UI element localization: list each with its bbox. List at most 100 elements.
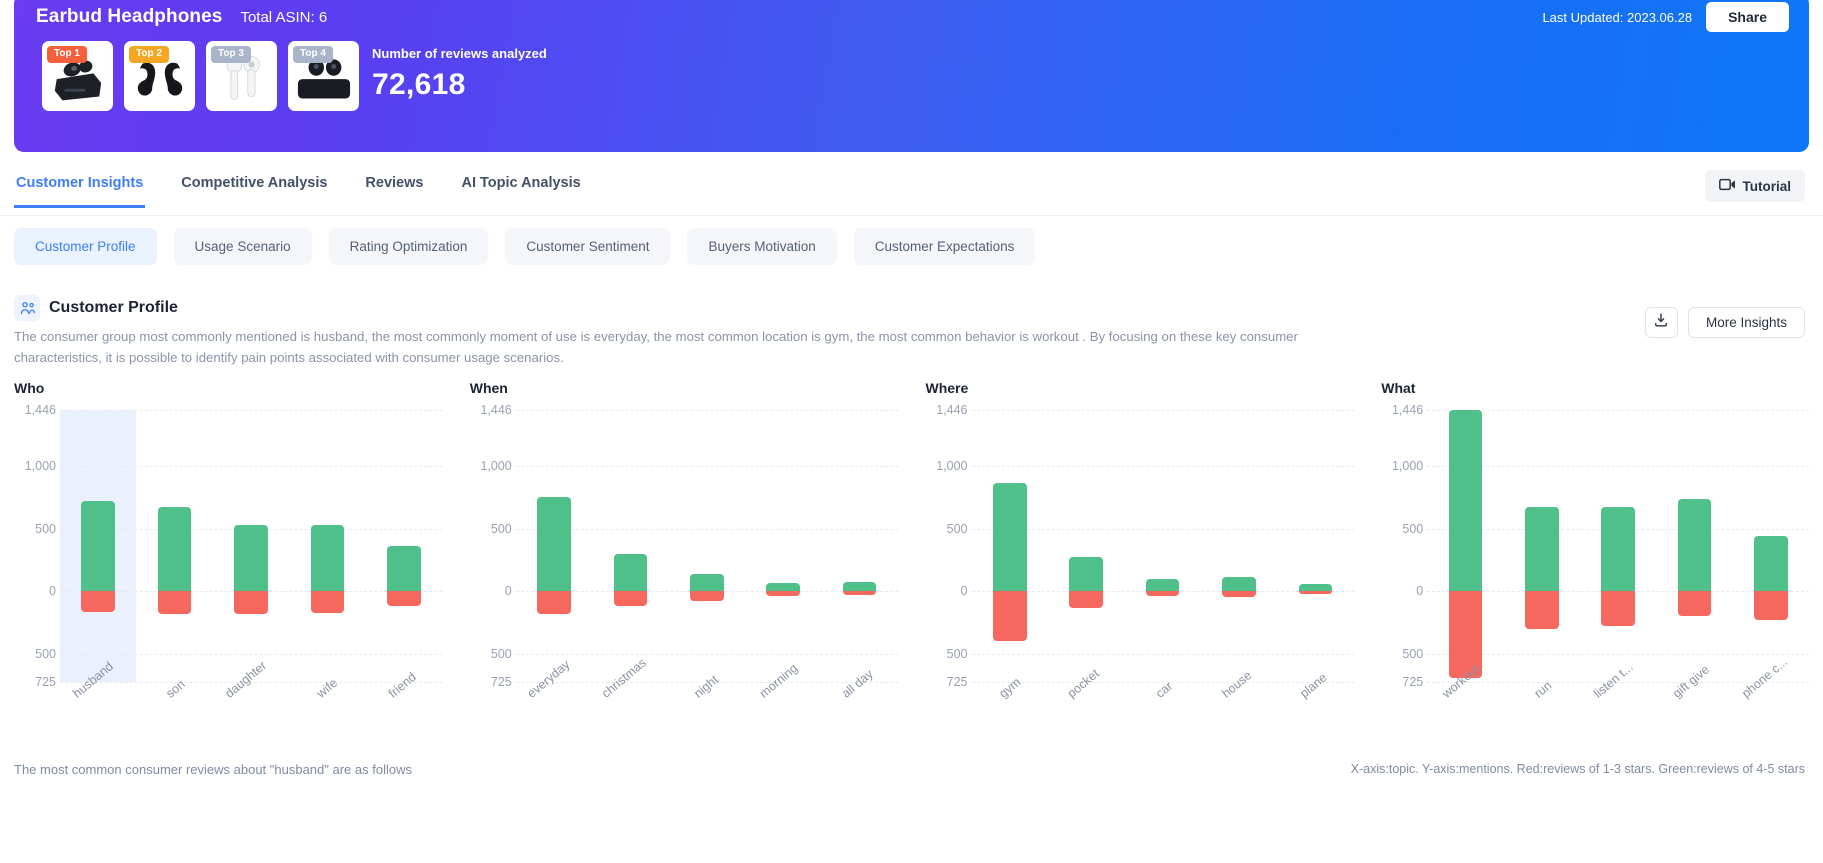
bar-group[interactable] [592,410,668,682]
bar-positive-wife[interactable] [310,524,345,592]
y-axis: 1,446 1,000 500 0 500 725 [14,403,60,689]
pill-buyers-motivation[interactable]: Buyers Motivation [687,228,837,265]
bar-negative-workout[interactable] [1448,591,1483,678]
y-axis: 1,446 1,000 500 0 500 725 [926,403,972,689]
bar-positive-christmas[interactable] [613,554,648,592]
chart-what: What 1,446 1,000 500 0 500 725 workout run listen… [1367,380,1823,720]
bar-positive-everyday[interactable] [537,496,571,592]
y-axis-tick: 1,446 [480,403,512,417]
pill-customer-sentiment[interactable]: Customer Sentiment [505,228,671,265]
bar-group[interactable] [1277,410,1353,682]
bar-group[interactable] [136,410,212,682]
bar-group[interactable] [669,410,745,682]
bar-negative-house[interactable] [1222,591,1256,598]
bar-group[interactable] [366,410,442,682]
bar-group[interactable] [1656,410,1732,682]
bar-negative-giftgive[interactable] [1677,591,1712,617]
bar-negative-run[interactable] [1525,591,1559,629]
section-actions: More Insights [1644,307,1805,338]
bar-negative-pocket[interactable] [1069,591,1103,609]
pill-rating-optimization[interactable]: Rating Optimization [328,228,489,265]
charts-row: Who 1,446 1,000 500 0 500 725 husband son daughte… [0,380,1823,720]
bar-group[interactable] [516,410,592,682]
bar-negative-phonec[interactable] [1754,591,1788,620]
top-product-thumbnail[interactable]: Top 4 [288,41,359,111]
bar-group[interactable] [972,410,1048,682]
main-tabs: Customer Insights Competitive Analysis Rev… [14,172,583,216]
bar-negative-night[interactable] [689,591,724,601]
main-tab-bar: Customer Insights Competitive Analysis Rev… [0,170,1823,216]
y-axis-tick: 725 [1402,675,1424,689]
tutorial-button[interactable]: Tutorial [1704,170,1805,202]
top-rank-badge: Top 3 [211,46,251,63]
bar-positive-allday[interactable] [842,581,877,592]
footer-note-left: The most common consumer reviews about "… [14,762,412,777]
hero-title-row: Earbud Headphones Total ASIN: 6 [36,6,327,28]
bar-group[interactable] [1504,410,1580,682]
bar-positive-giftgive[interactable] [1677,499,1712,592]
bar-negative-morning[interactable] [766,591,800,597]
bar-group[interactable] [1427,410,1503,682]
bar-negative-friend[interactable] [387,591,421,606]
bar-negative-gym[interactable] [992,591,1027,641]
bar-negative-wife[interactable] [310,591,345,614]
bar-positive-daughter[interactable] [234,524,268,592]
bar-group[interactable] [60,410,136,682]
more-insights-button[interactable]: More Insights [1687,307,1805,338]
bar-negative-husband[interactable] [81,591,115,613]
bar-positive-car[interactable] [1145,578,1180,592]
bar-negative-son[interactable] [157,591,192,614]
bar-positive-plane[interactable] [1298,584,1333,592]
y-axis-tick: 0 [49,584,56,599]
top-product-thumbnail[interactable]: Top 1 [42,41,113,111]
y-axis-tick: 725 [946,675,968,689]
bar-group[interactable] [289,410,365,682]
tab-competitive-analysis[interactable]: Competitive Analysis [179,172,329,208]
tab-reviews[interactable]: Reviews [363,172,425,208]
bar-negative-car[interactable] [1145,591,1180,596]
chart-bars [516,410,898,682]
bar-negative-daughter[interactable] [234,591,268,615]
bar-positive-husband[interactable] [81,501,115,592]
bar-negative-christmas[interactable] [613,591,648,607]
pill-customer-profile[interactable]: Customer Profile [14,228,157,265]
bar-group[interactable] [821,410,897,682]
bar-positive-workout[interactable] [1448,410,1483,592]
x-axis-slot: all day [821,667,897,744]
bar-positive-listent[interactable] [1601,507,1636,592]
bar-group[interactable] [1048,410,1124,682]
share-button[interactable]: Share [1706,2,1789,32]
pill-usage-scenario[interactable]: Usage Scenario [173,228,312,265]
bar-group[interactable] [213,410,289,682]
bar-positive-son[interactable] [157,506,192,592]
bar-group[interactable] [1124,410,1200,682]
x-axis-slot: house [1201,668,1277,744]
bar-positive-phonec[interactable] [1754,536,1788,592]
bar-group[interactable] [1580,410,1656,682]
x-axis-slot: run [1504,678,1580,744]
bar-positive-friend[interactable] [387,546,421,592]
bar-negative-listent[interactable] [1601,591,1636,627]
tab-customer-insights[interactable]: Customer Insights [14,172,146,208]
bar-positive-pocket[interactable] [1069,556,1103,592]
bar-negative-plane[interactable] [1298,591,1333,595]
bar-positive-night[interactable] [689,574,724,592]
tab-ai-topic-analysis[interactable]: AI Topic Analysis [459,172,582,208]
download-button[interactable] [1644,307,1678,338]
bar-positive-house[interactable] [1222,577,1256,592]
top-product-thumbnail[interactable]: Top 2 [124,41,195,111]
bar-group[interactable] [745,410,821,682]
top-product-thumbnail[interactable]: Top 3 [206,41,277,111]
bar-positive-run[interactable] [1525,506,1559,592]
bar-negative-allday[interactable] [842,591,877,595]
bar-group[interactable] [1733,410,1809,682]
chart-where: Where 1,446 1,000 500 0 500 725 gym pocket car hou… [912,380,1368,720]
pill-customer-expectations[interactable]: Customer Expectations [853,228,1036,265]
y-axis-tick: 0 [960,584,968,599]
bar-positive-morning[interactable] [766,583,800,592]
bar-negative-everyday[interactable] [537,591,571,615]
y-axis-tick: 0 [504,584,512,599]
y-axis-tick: 1,000 [1391,458,1424,473]
bar-group[interactable] [1201,410,1277,682]
bar-positive-gym[interactable] [992,483,1027,592]
